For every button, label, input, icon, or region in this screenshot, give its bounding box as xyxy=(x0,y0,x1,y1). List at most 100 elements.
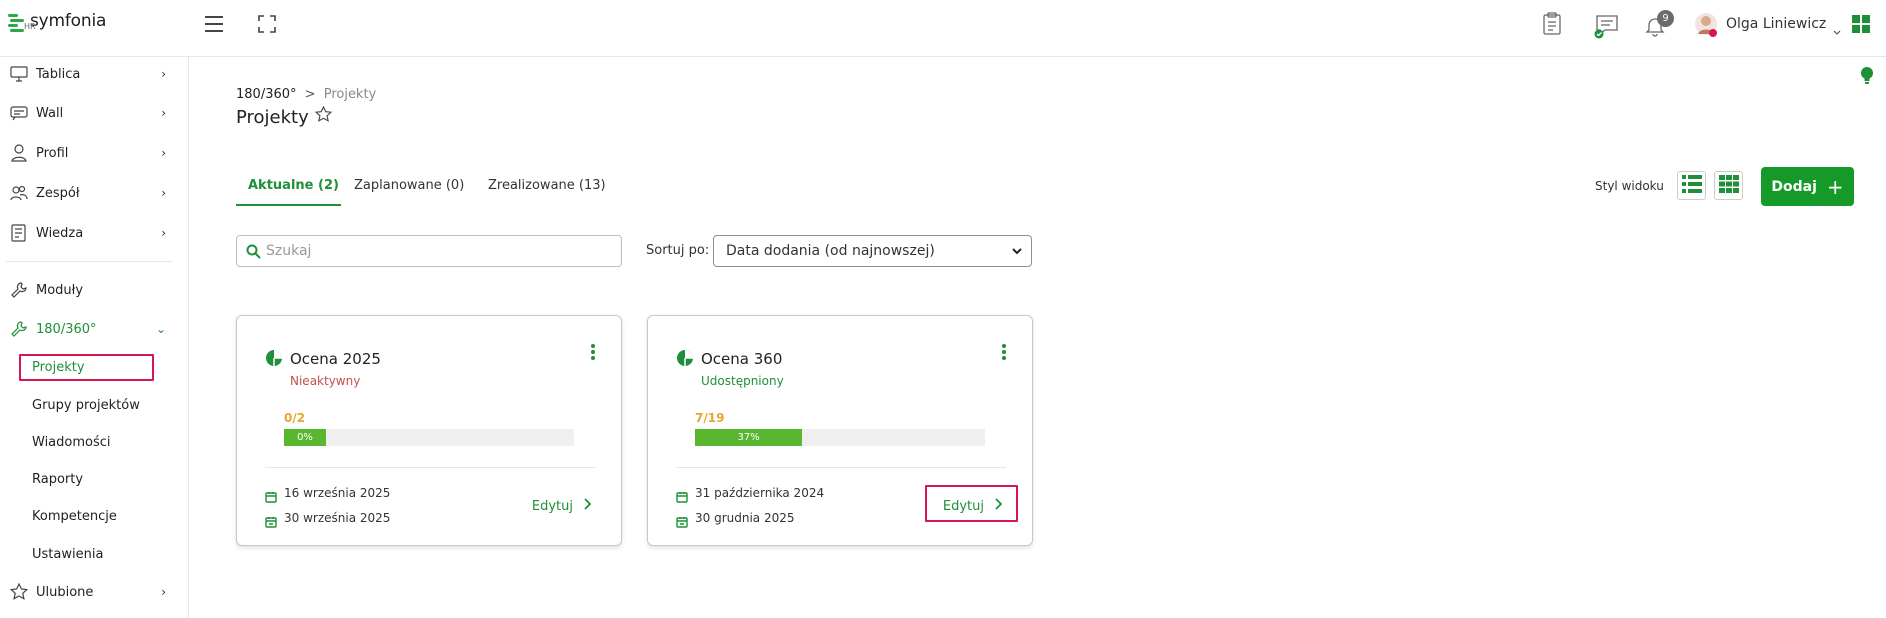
chevron-down-icon[interactable] xyxy=(1833,21,1841,40)
pie-chart-icon xyxy=(676,349,694,371)
progress-bar: 37% xyxy=(695,429,985,446)
messages-icon[interactable] xyxy=(1594,13,1620,43)
list-view-button[interactable] xyxy=(1677,171,1706,200)
notification-badge: 9 xyxy=(1657,10,1674,27)
breadcrumb-parent[interactable]: 180/360° xyxy=(236,87,297,102)
clipboard-icon[interactable] xyxy=(1542,12,1562,39)
sidebar-item-moduly[interactable]: Moduły xyxy=(0,275,188,305)
highlight-box-projekty xyxy=(19,354,154,381)
calendar-end-icon xyxy=(676,513,688,532)
sidebar-sub-wiadomosci[interactable]: Wiadomości xyxy=(32,435,111,450)
view-style-label: Styl widoku xyxy=(1595,179,1664,193)
breadcrumb-separator: > xyxy=(304,87,316,102)
project-card[interactable]: Ocena 2025 Nieaktywny 0/2 0% 16 września… xyxy=(236,315,622,546)
monitor-icon xyxy=(8,66,30,82)
app-logo[interactable]: symfonia xyxy=(8,12,106,32)
star-icon xyxy=(8,583,30,601)
add-button[interactable]: Dodaj + xyxy=(1761,167,1854,206)
progress-bar: 0% xyxy=(284,429,574,446)
search-input[interactable] xyxy=(266,243,596,259)
project-title: Ocena 2025 xyxy=(290,350,381,368)
avatar[interactable] xyxy=(1694,12,1718,42)
sidebar-item-label: Moduły xyxy=(36,282,84,298)
pie-chart-icon xyxy=(265,349,283,371)
sidebar-item-label: 180/360° xyxy=(36,321,97,337)
calendar-start-icon xyxy=(265,488,277,507)
page-title-text: Projekty xyxy=(236,106,309,128)
sidebar-item-tablica[interactable]: Tablica › xyxy=(0,59,188,89)
project-start-date: 16 września 2025 xyxy=(284,486,391,500)
sort-select[interactable]: Data dodania (od najnowszej) xyxy=(713,235,1032,267)
user-name[interactable]: Olga Liniewicz xyxy=(1726,16,1826,32)
fullscreen-icon[interactable] xyxy=(258,15,276,37)
user-icon xyxy=(8,144,30,162)
project-end-date: 30 grudnia 2025 xyxy=(695,511,795,525)
add-button-label: Dodaj xyxy=(1771,178,1817,195)
calendar-start-icon xyxy=(676,488,688,507)
sidebar-item-label: Profil xyxy=(36,145,69,161)
sidebar-item-ulubione[interactable]: Ulubione › xyxy=(0,577,188,607)
project-end-date: 30 września 2025 xyxy=(284,511,391,525)
chevron-right-icon: › xyxy=(161,146,166,160)
logo-mark-icon xyxy=(8,14,24,32)
project-count: 0/2 xyxy=(284,411,306,425)
sidebar-divider xyxy=(6,261,172,262)
sidebar-item-label: Wiedza xyxy=(36,225,84,241)
chevron-right-icon xyxy=(583,498,592,514)
sidebar-item-label: Wall xyxy=(36,105,64,121)
active-tab-indicator xyxy=(236,204,341,206)
hamburger-icon[interactable] xyxy=(205,16,223,32)
lightbulb-icon[interactable] xyxy=(1860,66,1874,90)
search-box xyxy=(236,235,622,267)
team-icon xyxy=(8,184,30,202)
sidebar-item-wall[interactable]: Wall › xyxy=(0,98,188,128)
chevron-down-icon xyxy=(1011,243,1023,263)
project-status: Udostępniony xyxy=(701,374,784,388)
sidebar-sub-ustawienia[interactable]: Ustawienia xyxy=(32,547,103,562)
breadcrumb: 180/360° > Projekty xyxy=(236,87,376,102)
sidebar-item-wiedza[interactable]: Wiedza › xyxy=(0,218,188,248)
wall-icon xyxy=(8,105,30,121)
project-title: Ocena 360 xyxy=(701,350,783,368)
grid-view-button[interactable] xyxy=(1714,171,1743,200)
kebab-menu-icon[interactable] xyxy=(1002,344,1006,362)
sidebar-sub-raporty[interactable]: Raporty xyxy=(32,472,83,487)
search-icon xyxy=(246,244,261,259)
sidebar-sub-kompetencje[interactable]: Kompetencje xyxy=(32,509,117,524)
edit-button-label: Edytuj xyxy=(531,498,573,514)
edit-button[interactable]: Edytuj xyxy=(531,498,592,514)
chevron-down-icon: ⌄ xyxy=(155,322,166,336)
logo-text: symfonia xyxy=(30,11,107,31)
sidebar-item-profil[interactable]: Profil › xyxy=(0,138,188,168)
wrench-icon xyxy=(8,281,30,299)
sidebar-sub-grupy-projektow[interactable]: Grupy projektów xyxy=(32,398,140,413)
page-title: Projekty xyxy=(236,105,332,128)
tab-aktualne[interactable]: Aktualne (2) xyxy=(248,178,339,193)
sidebar-item-zespol[interactable]: Zespół › xyxy=(0,178,188,208)
card-divider xyxy=(676,467,1006,468)
sort-label: Sortuj po: xyxy=(646,243,710,258)
document-icon xyxy=(8,224,30,242)
project-start-date: 31 października 2024 xyxy=(695,486,825,500)
favorite-star-icon[interactable] xyxy=(314,105,332,128)
highlight-box-edit xyxy=(925,485,1018,522)
apps-grid-icon[interactable] xyxy=(1852,15,1870,37)
chevron-right-icon: › xyxy=(161,106,166,120)
chevron-right-icon: › xyxy=(161,585,166,599)
plus-icon: + xyxy=(1826,174,1844,199)
top-bar: symfonia HR 9 Olga Liniewicz xyxy=(0,0,1886,57)
sidebar-item-label: Tablica xyxy=(36,66,81,82)
tab-zaplanowane[interactable]: Zaplanowane (0) xyxy=(354,178,464,193)
chevron-right-icon: › xyxy=(161,186,166,200)
tab-zrealizowane[interactable]: Zrealizowane (13) xyxy=(488,178,606,193)
progress-fill: 37% xyxy=(695,429,803,446)
grid-view-icon xyxy=(1718,174,1739,197)
bell-icon[interactable]: 9 xyxy=(1644,10,1674,41)
sidebar: Tablica › Wall › Profil › Zespół › Wiedz… xyxy=(0,57,189,618)
kebab-menu-icon[interactable] xyxy=(591,344,595,362)
sidebar-item-180-360[interactable]: 180/360° ⌄ xyxy=(0,314,188,344)
sidebar-item-label: Zespół xyxy=(36,185,80,201)
project-status: Nieaktywny xyxy=(290,374,361,388)
progress-fill: 0% xyxy=(284,429,326,446)
logo-subtitle: HR xyxy=(24,22,36,31)
